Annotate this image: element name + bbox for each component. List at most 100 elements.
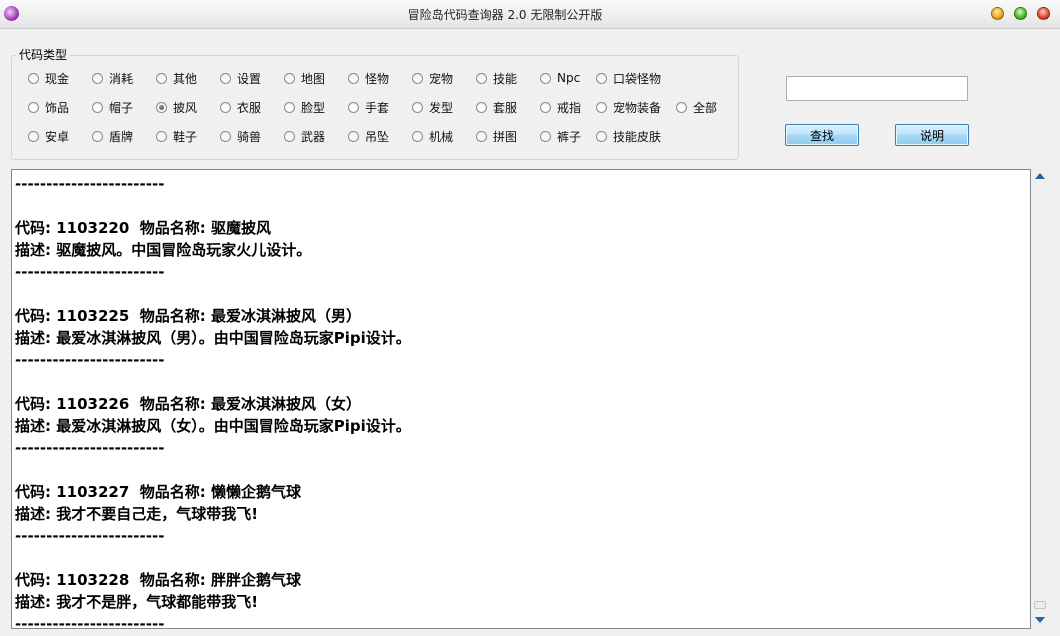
radio-label: 裤子 (557, 129, 582, 144)
result-line (15, 459, 1030, 481)
radio-option[interactable]: 技能皮肤 (596, 128, 661, 144)
radio-circle-icon[interactable] (28, 130, 39, 142)
radio-option[interactable]: 饰品 (28, 99, 69, 115)
scroll-up-arrow-icon[interactable] (1035, 173, 1045, 179)
result-line (15, 195, 1030, 217)
radio-option[interactable]: 披风 (156, 99, 197, 115)
radio-option[interactable]: 吊坠 (348, 128, 389, 144)
result-line (15, 371, 1030, 393)
result-line: ------------------------ (15, 263, 165, 281)
radio-label: 消耗 (109, 71, 134, 86)
radio-option[interactable]: 怪物 (348, 70, 389, 86)
radio-option[interactable]: 帽子 (92, 99, 133, 115)
radio-label: 宠物装备 (613, 100, 662, 115)
radio-circle-icon[interactable] (92, 101, 103, 113)
search-input[interactable] (786, 76, 968, 101)
radio-circle-icon[interactable] (476, 101, 487, 113)
radio-circle-icon[interactable] (284, 72, 295, 84)
radio-circle-icon[interactable] (596, 101, 607, 113)
radio-circle-icon[interactable] (596, 72, 607, 84)
radio-circle-icon[interactable] (220, 72, 231, 84)
radio-circle-icon[interactable] (28, 72, 39, 84)
result-line: ------------------------ (15, 527, 165, 545)
radio-circle-icon[interactable] (412, 130, 423, 142)
radio-label: 设置 (237, 71, 262, 86)
radio-option[interactable]: 地图 (284, 70, 325, 86)
radio-circle-icon[interactable] (540, 130, 551, 142)
radio-circle-icon[interactable] (92, 72, 103, 84)
radio-option[interactable]: 设置 (220, 70, 261, 86)
radio-option[interactable]: 裤子 (540, 128, 581, 144)
radio-option[interactable]: 机械 (412, 128, 453, 144)
find-button[interactable]: 查找 (785, 124, 859, 146)
radio-label: 盾牌 (109, 129, 134, 144)
radio-option[interactable]: 宠物 (412, 70, 453, 86)
close-icon[interactable] (1037, 7, 1050, 20)
radio-option[interactable]: 盾牌 (92, 128, 133, 144)
result-line: 描述: 最爱冰淇淋披风（女）。由中国冒险岛玩家Pipi设计。 (15, 417, 411, 435)
radio-label: 骑兽 (237, 129, 262, 144)
radio-circle-icon[interactable] (220, 130, 231, 142)
radio-circle-icon[interactable] (412, 101, 423, 113)
radio-circle-icon[interactable] (412, 72, 423, 84)
radio-label: 套服 (493, 100, 518, 115)
code-type-legend: 代码类型 (16, 46, 71, 63)
radio-label: 拼图 (493, 129, 518, 144)
radio-circle-icon[interactable] (92, 130, 103, 142)
radio-label: 帽子 (109, 100, 134, 115)
maximize-icon[interactable] (1014, 7, 1027, 20)
radio-label: 衣服 (237, 100, 262, 115)
radio-circle-icon[interactable] (156, 72, 167, 84)
radio-circle-icon[interactable] (28, 101, 39, 113)
title-bar: 冒险岛代码查询器 2.0 无限制公开版 (0, 0, 1060, 29)
result-textarea[interactable]: ------------------------ 代码: 1103220 物品名称… (11, 169, 1031, 629)
radio-circle-icon[interactable] (156, 130, 167, 142)
radio-circle-icon[interactable] (476, 72, 487, 84)
radio-option[interactable]: 其他 (156, 70, 197, 86)
radio-option[interactable]: 戒指 (540, 99, 581, 115)
result-scrollbar[interactable] (1032, 169, 1048, 629)
radio-circle-icon[interactable] (476, 130, 487, 142)
result-line: 代码: 1103226 物品名称: 最爱冰淇淋披风（女） (15, 395, 361, 413)
result-line: 代码: 1103227 物品名称: 懒懒企鹅气球 (15, 483, 301, 501)
radio-option[interactable]: 套服 (476, 99, 517, 115)
help-button[interactable]: 说明 (895, 124, 969, 146)
radio-option[interactable]: 武器 (284, 128, 325, 144)
radio-option[interactable]: 鞋子 (156, 128, 197, 144)
scroll-down-arrow-icon[interactable] (1035, 617, 1045, 623)
radio-option[interactable]: Npc (540, 70, 580, 86)
radio-circle-icon[interactable] (348, 72, 359, 84)
radio-option[interactable]: 宠物装备 (596, 99, 661, 115)
radio-circle-icon[interactable] (284, 130, 295, 142)
radio-circle-icon[interactable] (540, 101, 551, 113)
scroll-thumb[interactable] (1034, 601, 1046, 609)
result-line (15, 547, 1030, 569)
radio-option[interactable]: 口袋怪物 (596, 70, 661, 86)
result-text: ------------------------ 代码: 1103220 物品名称… (15, 173, 1030, 628)
radio-circle-icon[interactable] (676, 101, 687, 113)
radio-option[interactable]: 安卓 (28, 128, 69, 144)
radio-option[interactable]: 发型 (412, 99, 453, 115)
radio-circle-icon[interactable] (220, 101, 231, 113)
radio-circle-icon[interactable] (540, 72, 551, 84)
radio-option[interactable]: 拼图 (476, 128, 517, 144)
radio-option[interactable]: 消耗 (92, 70, 133, 86)
radio-option[interactable]: 现金 (28, 70, 69, 86)
radio-option[interactable]: 全部 (676, 99, 717, 115)
radio-label: 手套 (365, 100, 390, 115)
radio-circle-icon[interactable] (156, 101, 167, 113)
radio-option[interactable]: 手套 (348, 99, 389, 115)
radio-label: 口袋怪物 (613, 71, 662, 86)
radio-option[interactable]: 衣服 (220, 99, 261, 115)
radio-circle-icon[interactable] (284, 101, 295, 113)
result-line: ------------------------ (15, 439, 165, 457)
radio-option[interactable]: 脸型 (284, 99, 325, 115)
radio-circle-icon[interactable] (348, 101, 359, 113)
radio-circle-icon[interactable] (596, 130, 607, 142)
radio-label: 戒指 (557, 100, 582, 115)
radio-option[interactable]: 骑兽 (220, 128, 261, 144)
radio-option[interactable]: 技能 (476, 70, 517, 86)
minimize-icon[interactable] (991, 7, 1004, 20)
radio-circle-icon[interactable] (348, 130, 359, 142)
result-line: 描述: 我才不是胖，气球都能带我飞! (15, 593, 259, 611)
